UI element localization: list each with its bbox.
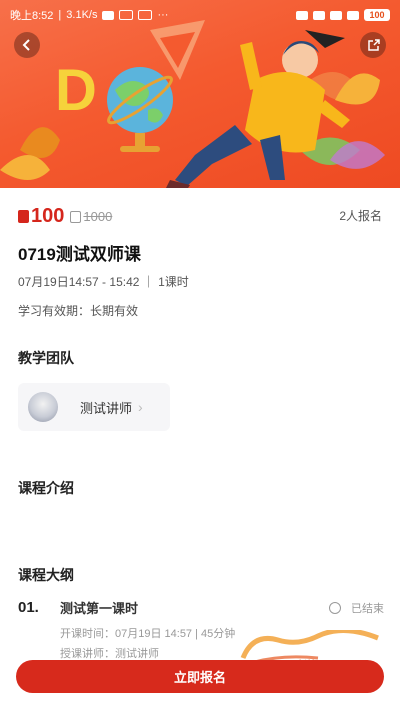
vibrate-icon (296, 10, 308, 20)
course-time: 07月19日14:57 - 15:42 ｜ 1课时 (18, 275, 189, 289)
network-speed: 3.1K/s (66, 9, 98, 21)
course-intro-title: 课程介绍 (18, 480, 74, 496)
signal-2-icon (330, 10, 342, 20)
enroll-count: 2人报名 (339, 209, 382, 223)
lesson-number: 01. (18, 599, 39, 616)
lesson-title: 测试第一课时 (60, 601, 139, 616)
power-icon (329, 601, 341, 614)
share-button[interactable] (360, 32, 386, 58)
signal-icon (313, 10, 325, 20)
alarm-icon (102, 10, 115, 20)
svg-text:D: D (55, 58, 97, 123)
current-price: 100 (31, 205, 65, 227)
teaching-team-title: 教学团队 (18, 350, 74, 366)
teacher-card[interactable]: 测试讲师 › (18, 383, 170, 431)
share-icon (367, 38, 380, 51)
avatar (28, 392, 58, 422)
app-notification-icon (138, 10, 153, 20)
enroll-button[interactable]: 立即报名 (16, 660, 384, 693)
back-button[interactable] (14, 32, 40, 58)
lesson-status-label: 已结束 (351, 602, 384, 615)
course-validity: 学习有效期：长期有效 (18, 304, 139, 318)
price-row: 100 1000 2人报名 (18, 206, 382, 226)
coin-outline-icon (70, 211, 82, 223)
lesson-item[interactable]: 01. 测试第一课时 已结束 (18, 598, 384, 617)
lesson-start-time: 开课时间：07月19日 14:57 | 45分钟 (60, 628, 236, 640)
coin-icon (18, 210, 29, 223)
chevron-right-icon: › (138, 399, 143, 415)
notification-icon (119, 10, 134, 20)
wifi-icon (347, 10, 359, 20)
battery-icon: 100 (364, 9, 390, 21)
lesson-teacher: 授课讲师：测试讲师 (60, 648, 159, 660)
status-time: 晚上8:52 (10, 10, 54, 22)
chevron-left-icon (22, 39, 30, 51)
original-price: 1000 (83, 209, 113, 224)
status-bar: 晚上8:52 | 3.1K/s ··· 100 (0, 0, 400, 30)
course-outline-title: 课程大纲 (18, 567, 74, 583)
more-dots-icon: ··· (157, 9, 169, 21)
teacher-name: 测试讲师 (80, 400, 133, 416)
lesson-status: 已结束 (329, 600, 384, 616)
course-title: 0719测试双师课 (18, 245, 141, 264)
